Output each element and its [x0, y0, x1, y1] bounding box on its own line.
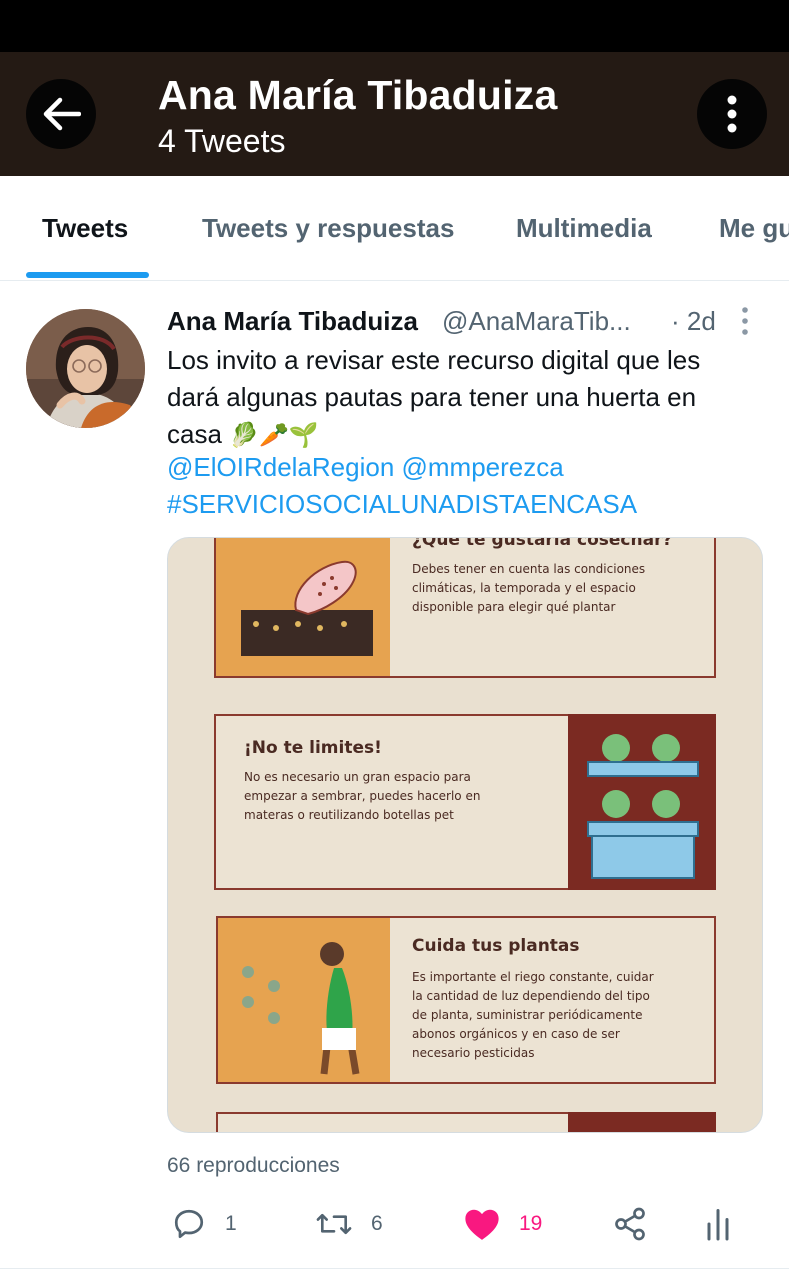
- share-button[interactable]: [611, 1202, 649, 1246]
- gardener-illustration: [242, 942, 360, 1075]
- more-button[interactable]: [697, 79, 767, 149]
- tweet-text: Los invito a revisar este recurso digita…: [167, 342, 757, 454]
- infographic-card-1: ¿Qué te gustaría cosechar? Debes tener e…: [214, 537, 716, 678]
- retweet-button[interactable]: 6: [315, 1202, 383, 1246]
- like-button[interactable]: 19: [463, 1202, 542, 1246]
- avatar-photo: [26, 309, 145, 428]
- tweet-count: 4 Tweets: [158, 123, 286, 159]
- card-3-title: Cuida tus plantas: [412, 936, 580, 956]
- tweet-media-image[interactable]: ¿Qué te gustaría cosechar? Debes tener e…: [167, 537, 763, 1133]
- reply-count: 1: [225, 1212, 237, 1235]
- tweet-mentions[interactable]: @ElOIRdelaRegion @mmperezca: [167, 452, 564, 483]
- tweet-menu-button[interactable]: [737, 306, 753, 336]
- tweet[interactable]: Ana María Tibaduiza @AnaMaraTib... · 2d …: [0, 282, 789, 1267]
- divider: [0, 1268, 789, 1269]
- more-vertical-icon: [727, 95, 737, 133]
- heart-icon: [465, 1209, 499, 1240]
- active-tab-indicator: [26, 272, 149, 278]
- status-bar: [0, 0, 789, 52]
- planters-illustration: [587, 734, 699, 879]
- retweet-icon: [316, 1213, 352, 1235]
- views-count: 66 reproducciones: [167, 1154, 340, 1177]
- infographic-card-2: ¡No te limites! No es necesario un gran …: [214, 714, 716, 890]
- card-2-title: ¡No te limites!: [244, 738, 382, 758]
- card-2-body: No es necesario un gran espacio para emp…: [244, 770, 481, 822]
- infographic-card-3: Cuida tus plantas Es importante el riego…: [216, 916, 716, 1084]
- tab-media[interactable]: Multimedia: [516, 213, 652, 244]
- retweet-count: 6: [371, 1212, 383, 1235]
- back-button[interactable]: [26, 79, 96, 149]
- share-icon: [615, 1207, 645, 1241]
- tab-tweets[interactable]: Tweets: [42, 213, 128, 244]
- card-1-title: ¿Qué te gustaría cosechar?: [412, 537, 673, 550]
- planting-hand-icon: [241, 560, 373, 656]
- tweet-hashtag[interactable]: #SERVICIOSOCIALUNADISTAENCASA: [167, 489, 637, 520]
- profile-tabs: Tweets Tweets y respuestas Multimedia Me…: [0, 176, 789, 281]
- tweet-time[interactable]: · 2d: [671, 306, 716, 337]
- arrow-left-icon: [43, 97, 81, 131]
- tweet-actions: 1 6 19: [167, 1202, 767, 1246]
- author-handle[interactable]: @AnaMaraTib...: [442, 306, 631, 337]
- card-1-body: Debes tener en cuenta las condiciones cl…: [412, 562, 646, 614]
- analytics-button[interactable]: [703, 1202, 733, 1246]
- card-3-body: Es importante el riego constante, cuidar…: [412, 970, 654, 1060]
- profile-header: Ana María Tibaduiza 4 Tweets: [0, 52, 789, 176]
- tab-likes[interactable]: Me gu: [719, 213, 789, 244]
- infographic-card-4: [216, 1112, 716, 1132]
- like-count: 19: [519, 1212, 543, 1235]
- analytics-icon: [707, 1209, 729, 1241]
- tweet-header: Ana María Tibaduiza @AnaMaraTib... · 2d: [167, 306, 767, 340]
- reply-button[interactable]: 1: [171, 1202, 237, 1246]
- tab-tweets-replies[interactable]: Tweets y respuestas: [202, 213, 454, 244]
- avatar[interactable]: [26, 309, 145, 428]
- tweet-emoji: 🥬🥕🌱: [229, 422, 319, 449]
- author-name[interactable]: Ana María Tibaduiza: [167, 306, 418, 337]
- reply-icon: [174, 1209, 204, 1239]
- more-vertical-icon: [742, 307, 748, 335]
- profile-name: Ana María Tibaduiza: [158, 72, 558, 118]
